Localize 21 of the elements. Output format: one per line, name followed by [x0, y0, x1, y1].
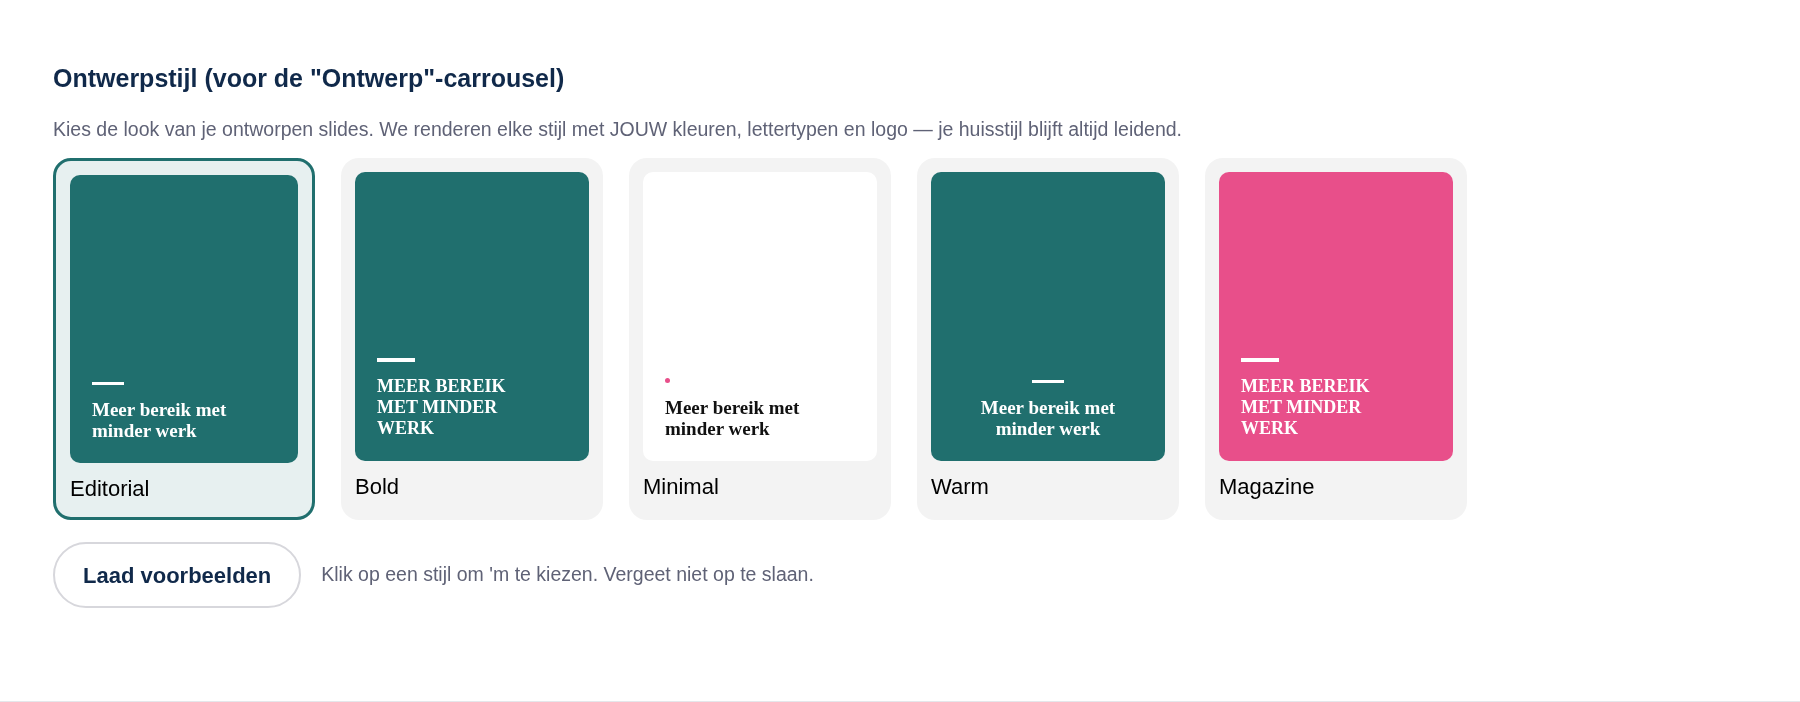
slide-headline: Meer bereik met minder werk: [92, 399, 228, 441]
style-card[interactable]: Meer bereik met minder werk Warm: [917, 158, 1179, 520]
slide-headline: Meer bereik met minder werk: [665, 397, 801, 439]
style-card[interactable]: MEER BEREIK MET MINDER WERK Bold: [341, 158, 603, 520]
section-title: Ontwerpstijl (voor de "Ontwerp"-carrousel): [53, 63, 566, 94]
style-label: Warm: [931, 473, 990, 501]
hint-text: Klik op een stijl om 'm te kiezen. Vergeet niet op te slaan.: [321, 562, 814, 588]
style-card[interactable]: MEER BEREIK MET MINDER WERK Magazine: [1205, 158, 1467, 520]
style-label: Magazine: [1219, 473, 1316, 501]
style-card[interactable]: Meer bereik met minder werk Minimal: [629, 158, 891, 520]
load-examples-button[interactable]: Laad voorbeelden: [53, 542, 302, 608]
slide-headline: MEER BEREIK MET MINDER WERK: [1241, 376, 1371, 439]
style-card[interactable]: Meer bereik met minder werk Editorial: [53, 158, 315, 520]
accent-rule: [1032, 380, 1064, 383]
style-label: Minimal: [643, 473, 720, 501]
style-label: Bold: [355, 473, 401, 501]
slide-headline: MEER BEREIK MET MINDER WERK: [377, 376, 507, 439]
accent-rule: [92, 382, 124, 385]
section-description: Kies de look van je ontworpen slides. We renderen elke stijl met JOUW kleuren, lettertypen en logo — je huisstijl blijft altijd leidend.: [53, 117, 1184, 142]
style-label: Editorial: [70, 475, 151, 503]
slide-headline: Meer bereik met minder werk: [979, 397, 1117, 439]
